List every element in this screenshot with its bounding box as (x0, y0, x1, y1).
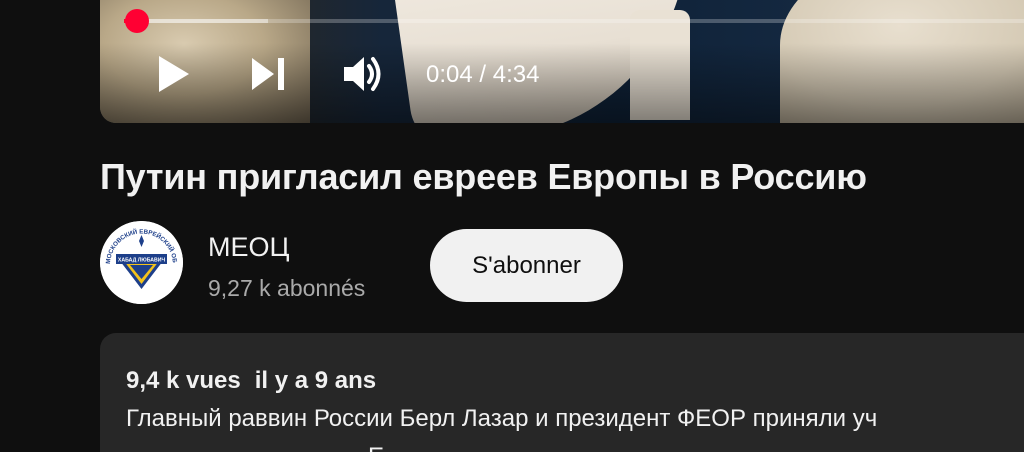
description-text-line2: Е (368, 443, 384, 452)
progress-scrubber[interactable] (125, 9, 150, 33)
time-display: 0:04 / 4:34 (426, 61, 539, 89)
description-box[interactable]: 9,4 k vues il y a 9 ans Главный раввин Ро… (100, 333, 1024, 452)
subscriber-count: 9,27 k abonnés (208, 275, 366, 301)
duration: 4:34 (492, 61, 540, 88)
volume-button[interactable] (340, 52, 388, 96)
time-separator: / (472, 61, 493, 88)
next-button[interactable] (246, 52, 290, 96)
description-meta: 9,4 k vues il y a 9 ans (126, 367, 390, 395)
play-button[interactable] (152, 52, 196, 96)
avatar-badge-text: ХАБАД ЛЮБАВИЧ (118, 258, 166, 264)
meots-logo-icon: МОСКОВСКИЙ ЕВРЕЙСКИЙ ОБЩИННЫЙ ЦЕНТР ХАБА… (100, 221, 183, 304)
progress-bar[interactable] (124, 9, 1024, 33)
video-player[interactable]: 0:04 / 4:34 (100, 0, 1024, 123)
video-title: Путин пригласил евреев Европы в Россию (100, 156, 867, 197)
description-text: Главный раввин России Берл Лазар и прези… (126, 405, 878, 432)
view-count: 9,4 k vues (126, 367, 241, 394)
channel-name[interactable]: МЕОЦ (208, 232, 289, 263)
current-time: 0:04 (426, 61, 473, 88)
youtube-watch-page: 0:04 / 4:34 Путин пригласил евреев Европ… (0, 0, 1024, 452)
upload-date: il y a 9 ans (254, 367, 377, 394)
play-icon (159, 56, 189, 92)
player-controls: 0:04 / 4:34 (100, 48, 1024, 98)
subscribe-button[interactable]: S'abonner (430, 229, 623, 302)
next-icon (252, 58, 284, 90)
channel-avatar[interactable]: МОСКОВСКИЙ ЕВРЕЙСКИЙ ОБЩИННЫЙ ЦЕНТР ХАБА… (100, 221, 183, 304)
volume-icon (344, 57, 381, 91)
